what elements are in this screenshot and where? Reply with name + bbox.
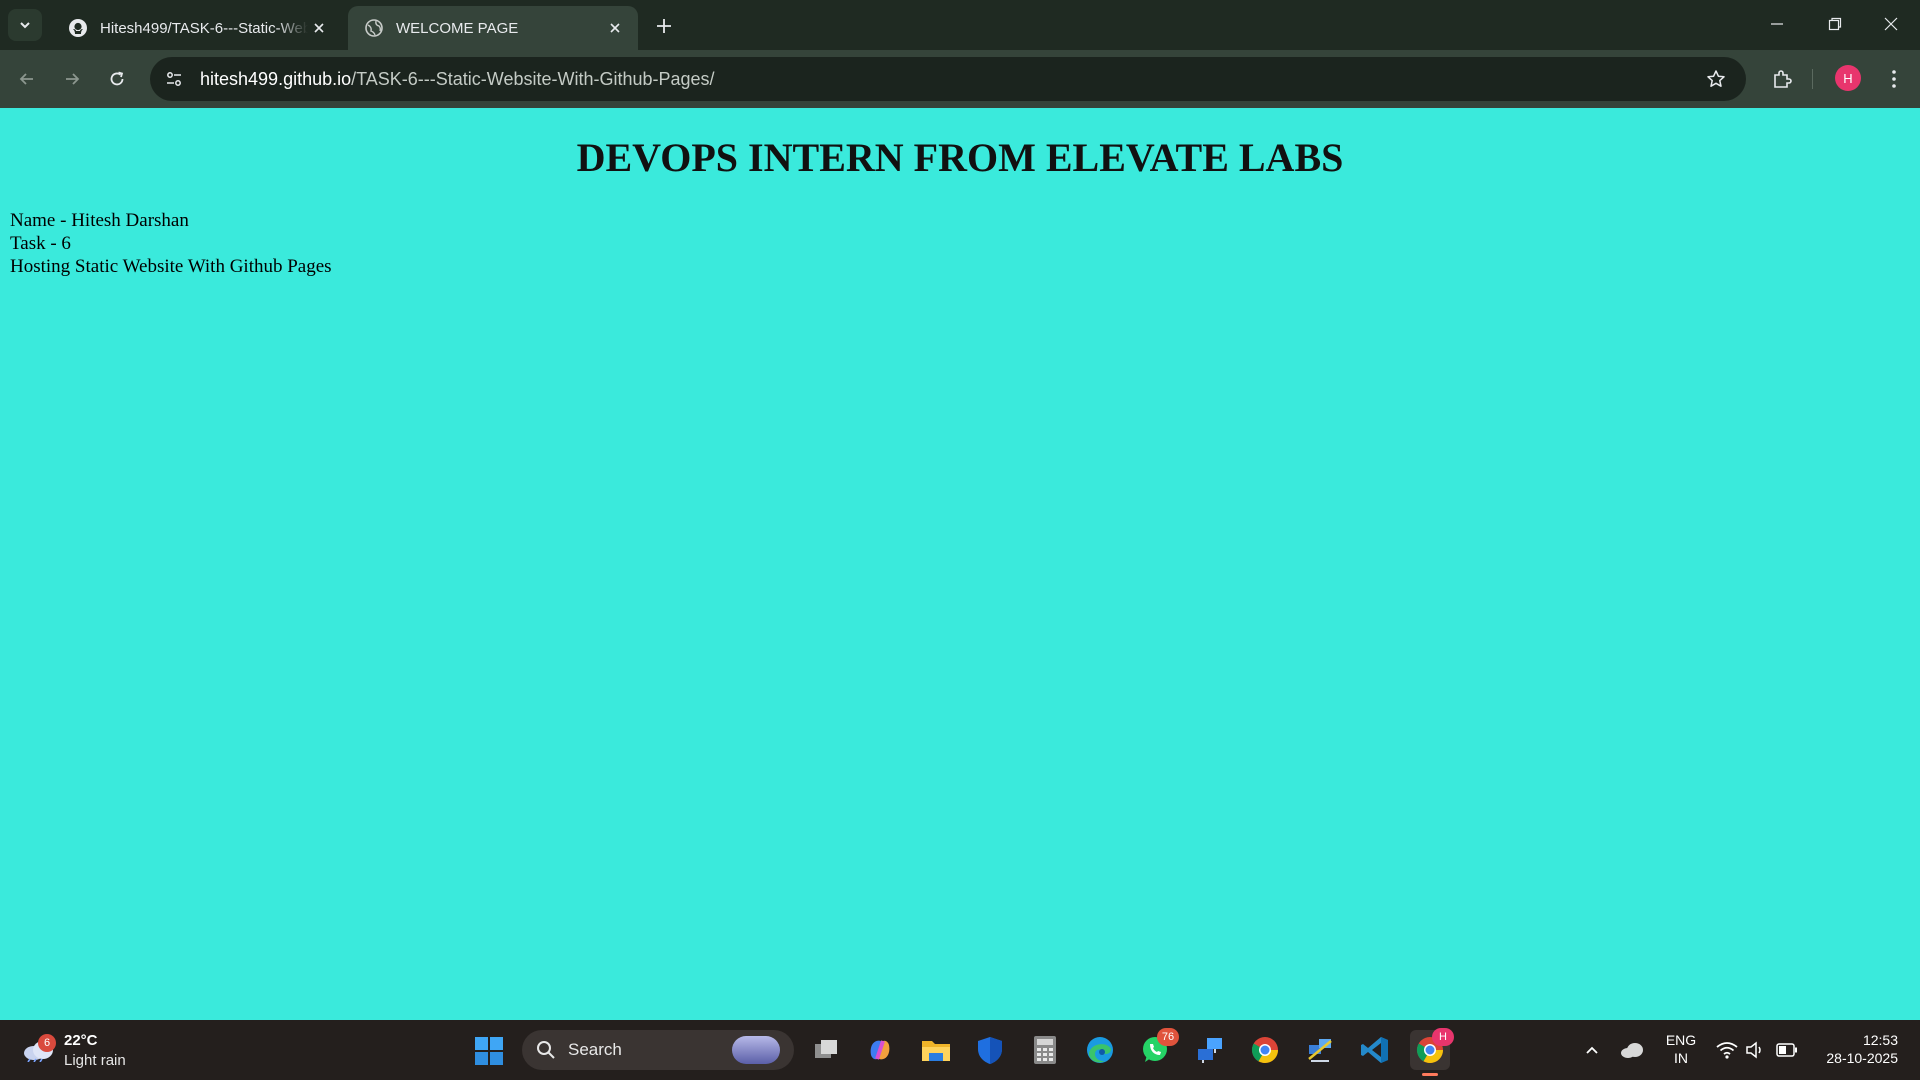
onedrive-button[interactable] (1620, 1038, 1644, 1062)
browser-toolbar: hitesh499.github.io/TASK-6---Static-Webs… (0, 50, 1920, 108)
chrome-button[interactable] (1245, 1030, 1285, 1070)
start-button[interactable] (473, 1035, 505, 1067)
active-app-indicator (1422, 1073, 1438, 1076)
clock[interactable]: 12:53 28-10-2025 (1808, 1031, 1898, 1067)
volume-button[interactable] (1743, 1038, 1767, 1062)
browser-menu-button[interactable] (1878, 63, 1910, 95)
arrow-left-icon (19, 73, 33, 85)
url-path: /TASK-6---Static-Website-With-Github-Pag… (351, 68, 715, 89)
address-bar[interactable]: hitesh499.github.io/TASK-6---Static-Webs… (150, 57, 1746, 101)
tab-welcome-page[interactable]: WELCOME PAGE (348, 6, 638, 50)
calculator-button[interactable] (1025, 1030, 1065, 1070)
cloud-icon (1621, 1043, 1643, 1058)
close-icon[interactable] (604, 17, 626, 39)
tab-search-button[interactable] (8, 9, 42, 41)
toolbar-separator (1812, 69, 1813, 89)
minimize-button[interactable] (1748, 0, 1806, 48)
url-host: hitesh499.github.io (200, 68, 352, 89)
chrome-icon (1251, 1037, 1279, 1064)
restore-icon (1828, 17, 1842, 31)
task-view-button[interactable] (806, 1030, 846, 1070)
description-line: Hosting Static Website With Github Pages (10, 256, 332, 277)
clock-time: 12:53 (1862, 1032, 1898, 1048)
task-view-icon (815, 1040, 837, 1058)
network-app-button[interactable] (1300, 1030, 1340, 1070)
weather-widget[interactable]: 6 22°C Light rain (20, 1028, 160, 1072)
more-vert-icon (1892, 70, 1896, 88)
search-highlight-image (732, 1036, 780, 1064)
wifi-button[interactable] (1715, 1038, 1739, 1062)
shield-icon (978, 1037, 1002, 1064)
arrow-right-icon (66, 73, 80, 85)
clock-date: 28-10-2025 (1826, 1050, 1898, 1066)
input-language[interactable]: ENG IN (1664, 1031, 1698, 1067)
whatsapp-badge: 76 (1157, 1028, 1179, 1046)
site-info-button[interactable] (156, 61, 192, 97)
weather-temperature: 22°C (64, 1032, 98, 1049)
tab-github[interactable]: Hitesh499/TASK-6---Static-Website-With-G… (52, 6, 342, 50)
tab-title: WELCOME PAGE (396, 19, 519, 37)
file-explorer-button[interactable] (916, 1030, 956, 1070)
close-icon[interactable] (308, 17, 330, 39)
vscode-icon (1361, 1037, 1388, 1063)
windows-logo-icon (475, 1037, 503, 1065)
close-window-button[interactable] (1862, 0, 1920, 48)
edge-icon (1087, 1037, 1113, 1063)
restore-button[interactable] (1806, 0, 1864, 48)
chevron-down-icon (20, 22, 30, 29)
calculator-icon (1034, 1036, 1056, 1064)
name-line: Name - Hitesh Darshan (10, 210, 189, 231)
weather-condition: Light rain (64, 1052, 126, 1069)
bookmark-button[interactable] (1700, 63, 1732, 95)
language-code: ENG (1665, 1032, 1697, 1048)
battery-button[interactable] (1775, 1038, 1799, 1062)
chrome-profile-button[interactable]: H (1410, 1028, 1454, 1076)
taskbar-search[interactable]: Search (522, 1030, 794, 1070)
vscode-button[interactable] (1355, 1030, 1395, 1070)
weather-badge: 6 (38, 1034, 56, 1052)
copilot-button[interactable] (860, 1030, 900, 1070)
wifi-icon (1716, 1042, 1738, 1059)
plus-icon (657, 19, 671, 33)
copilot-icon (870, 1040, 890, 1060)
chrome-profile-badge: H (1432, 1028, 1454, 1046)
github-icon (68, 18, 88, 38)
tab-strip: Hitesh499/TASK-6---Static-Website-With-G… (0, 0, 1920, 50)
chevron-up-icon (1586, 1046, 1598, 1054)
page-body: Name - Hitesh Darshan Task - 6 Hosting S… (10, 209, 332, 278)
page-heading: DEVOPS INTERN FROM ELEVATE LABS (576, 135, 1344, 180)
back-button[interactable] (9, 61, 45, 97)
puzzle-icon (1774, 70, 1792, 88)
reload-button[interactable] (99, 61, 135, 97)
battery-icon (1776, 1043, 1797, 1057)
reload-icon (110, 71, 124, 86)
show-hidden-icons-button[interactable] (1580, 1038, 1604, 1062)
globe-icon (364, 18, 384, 38)
network-app-icon (1308, 1039, 1332, 1062)
url-text: hitesh499.github.io/TASK-6---Static-Webs… (200, 69, 715, 90)
close-icon (1884, 17, 1898, 31)
minimize-icon (1771, 23, 1783, 25)
search-label: Search (568, 1040, 622, 1059)
extensions-button[interactable] (1766, 63, 1798, 95)
remote-desktop-icon (1198, 1038, 1222, 1063)
folder-icon (922, 1041, 950, 1061)
new-tab-button[interactable] (650, 12, 678, 40)
remote-desktop-button[interactable] (1190, 1030, 1230, 1070)
search-icon (537, 1041, 555, 1059)
speaker-icon (1746, 1041, 1761, 1059)
edge-button[interactable] (1080, 1030, 1120, 1070)
web-page: DEVOPS INTERN FROM ELEVATE LABS Name - H… (0, 108, 1920, 1020)
tab-title: Hitesh499/TASK-6---Static-Website-With-G… (100, 19, 308, 37)
profile-avatar[interactable]: H (1835, 65, 1861, 91)
forward-button[interactable] (54, 61, 90, 97)
task-line: Task - 6 (10, 233, 71, 254)
defender-button[interactable] (970, 1030, 1010, 1070)
whatsapp-button[interactable]: 76 (1135, 1028, 1179, 1070)
taskbar: 6 22°C Light rain Search 76 H ENG IN 12:… (0, 1020, 1920, 1080)
tune-icon (167, 72, 181, 86)
star-icon (1707, 70, 1725, 87)
region-code: IN (1674, 1050, 1688, 1066)
